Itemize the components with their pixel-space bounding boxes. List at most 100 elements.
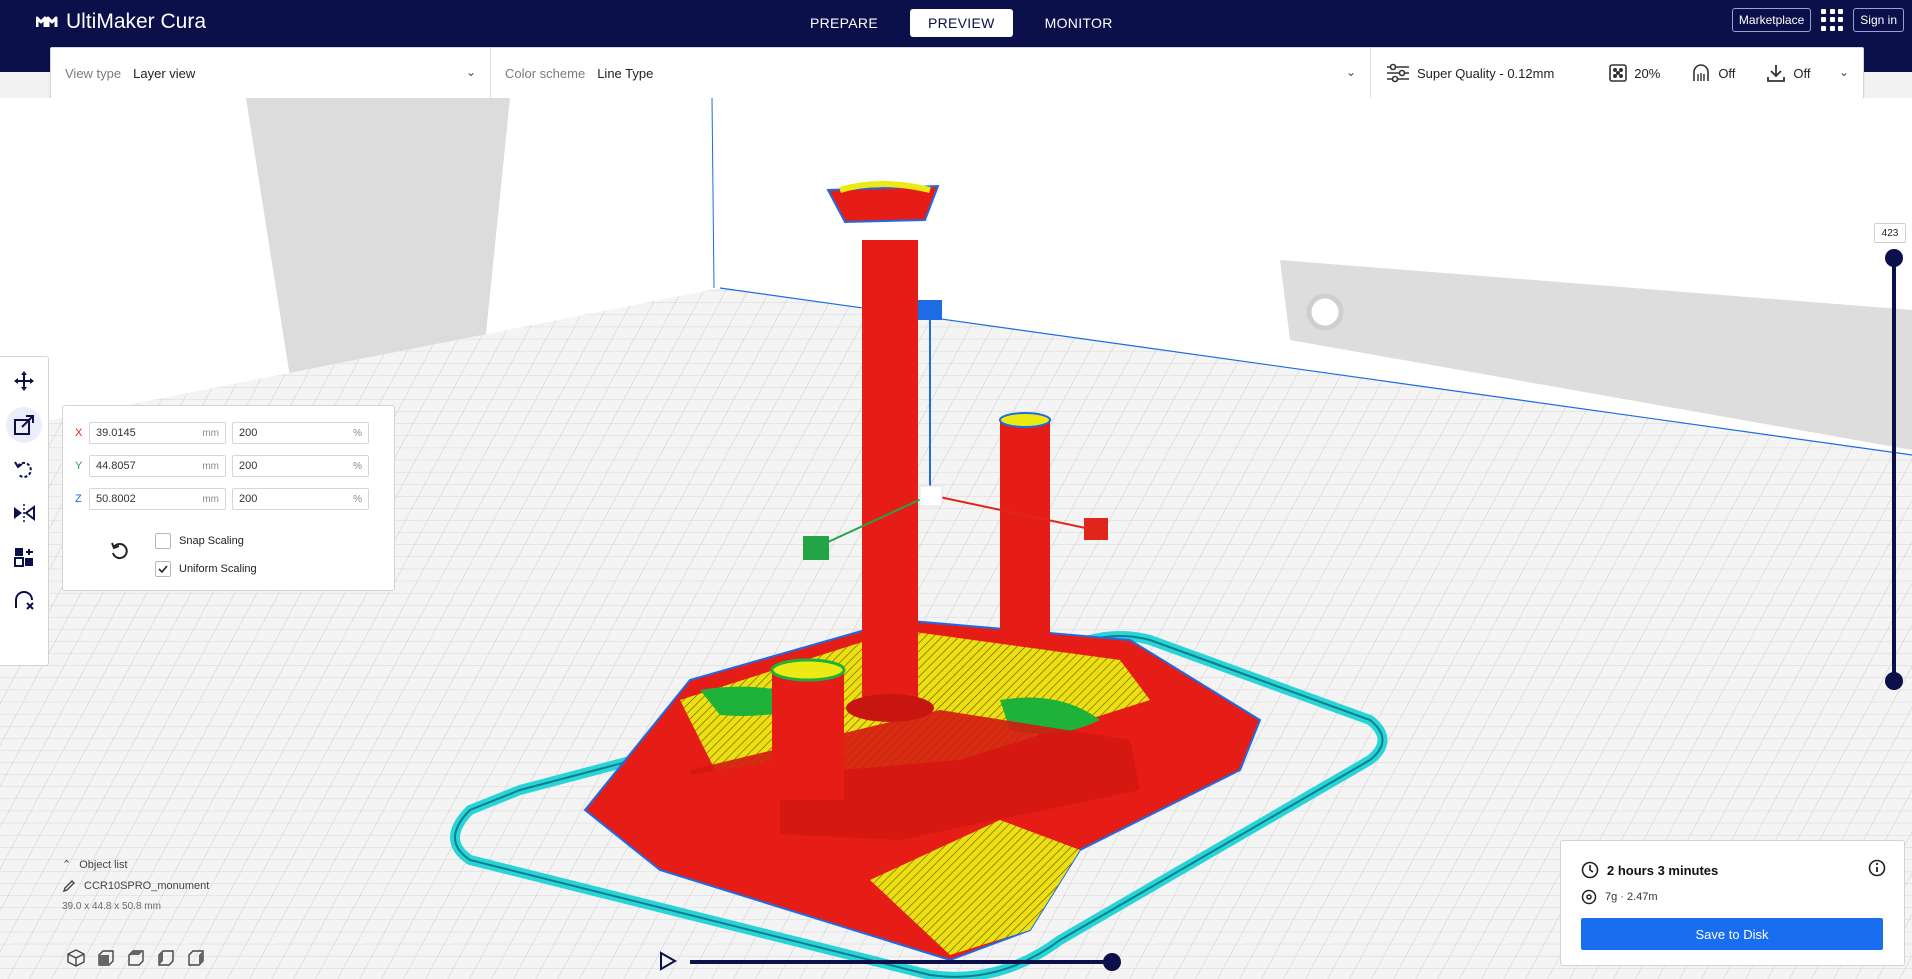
uniform-scaling-label: Uniform Scaling: [179, 563, 257, 575]
clock-icon: [1581, 861, 1599, 879]
save-to-disk-button[interactable]: Save to Disk: [1581, 918, 1883, 950]
color-scheme-value: Line Type: [597, 65, 654, 81]
x-mm-value: 39.0145: [96, 427, 136, 439]
object-list-toggle[interactable]: ⌃ Object list: [62, 858, 322, 872]
mirror-icon: [14, 504, 35, 522]
view-front-icon[interactable]: [96, 948, 116, 968]
mid-column: [1000, 420, 1050, 640]
material-row: 7g · 2.47m: [1581, 889, 1658, 905]
check-icon: [155, 561, 171, 577]
mm-unit: mm: [202, 427, 219, 439]
reset-scale-button[interactable]: [105, 536, 135, 566]
percent-unit: %: [353, 460, 362, 472]
ultimaker-logo-icon: [36, 16, 58, 27]
pencil-icon: [62, 880, 75, 893]
view-type-label: View type: [65, 65, 122, 81]
path-slider-handle[interactable]: [1103, 953, 1121, 971]
layer-number-input[interactable]: 423: [1874, 223, 1906, 243]
move-tool-button[interactable]: [6, 363, 42, 399]
layer-slider-bottom-handle[interactable]: [1885, 672, 1903, 690]
center-handle[interactable]: [919, 485, 943, 507]
scale-row-x: X 39.0145 mm 200 %: [75, 421, 369, 445]
x-percent-value: 200: [239, 427, 258, 439]
sliders-icon: [1387, 63, 1409, 83]
marketplace-button[interactable]: Marketplace: [1731, 8, 1812, 32]
z-percent-input[interactable]: 200 %: [232, 488, 369, 510]
z-axis-handle[interactable]: [918, 300, 942, 320]
brand: UltiMaker Cura: [36, 10, 206, 34]
x-mm-input[interactable]: 39.0145 mm: [89, 422, 226, 444]
chevron-down-icon: ⌄: [1345, 65, 1356, 79]
view-right-icon[interactable]: [186, 948, 206, 968]
tab-preview[interactable]: PREVIEW: [909, 9, 1013, 37]
y-axis-handle[interactable]: [803, 536, 829, 560]
tool-panel: [0, 356, 49, 666]
percent-unit: %: [353, 493, 362, 505]
y-percent-value: 200: [239, 460, 258, 472]
support-blocker-button[interactable]: [6, 583, 42, 619]
support-icon: [1693, 64, 1710, 81]
camera-view-buttons: [66, 948, 206, 968]
mm-unit: mm: [202, 493, 219, 505]
adhesion-icon: [1767, 65, 1786, 82]
material-usage: 7g · 2.47m: [1605, 891, 1658, 903]
x-axis-handle[interactable]: [1084, 518, 1108, 540]
y-mm-input[interactable]: 44.8057 mm: [89, 455, 226, 477]
support-blocker-icon: [15, 591, 34, 610]
uniform-scaling-checkbox[interactable]: Uniform Scaling: [155, 561, 257, 577]
color-scheme-dropdown[interactable]: Color scheme Line Type ⌄: [491, 48, 1371, 98]
view-type-dropdown[interactable]: View type Layer view ⌄: [51, 48, 491, 98]
tab-monitor[interactable]: MONITOR: [1027, 9, 1131, 37]
snap-scaling-checkbox[interactable]: Snap Scaling: [155, 533, 244, 549]
view-left-icon[interactable]: [156, 948, 176, 968]
per-model-settings-button[interactable]: [6, 539, 42, 575]
z-axis-label: Z: [75, 493, 82, 505]
view-3d-icon[interactable]: [66, 948, 86, 968]
scale-icon: [14, 415, 34, 435]
stage-tabs: PREPARE PREVIEW MONITOR: [792, 9, 1131, 37]
print-settings-selector[interactable]: Super Quality - 0.12mm 20% Off Off ⌄: [1371, 48, 1863, 98]
snap-scaling-label: Snap Scaling: [179, 535, 244, 547]
infill-icon: [1609, 64, 1628, 82]
object-list-panel: ⌃ Object list CCR10SPRO_monument 39.0 x …: [62, 858, 322, 958]
spool-icon: [1581, 889, 1597, 905]
z-mm-input[interactable]: 50.8002 mm: [89, 488, 226, 510]
view-top-icon[interactable]: [126, 948, 146, 968]
info-icon[interactable]: [1868, 859, 1886, 877]
sign-in-button[interactable]: Sign in: [1853, 8, 1904, 32]
y-axis-label: Y: [75, 460, 83, 472]
per-model-settings-icon: [14, 548, 33, 567]
rotate-tool-button[interactable]: [6, 451, 42, 487]
support-value: Off: [1718, 65, 1736, 81]
infill-value: 20%: [1634, 65, 1661, 81]
mirror-tool-button[interactable]: [6, 495, 42, 531]
support-item: Off: [1690, 63, 1735, 83]
profile-name: Super Quality - 0.12mm: [1417, 65, 1555, 81]
scale-panel: X 39.0145 mm 200 % Y 44.8057 mm 200 % Z …: [62, 405, 395, 591]
x-percent-input[interactable]: 200 %: [232, 422, 369, 444]
rotate-icon: [14, 461, 32, 478]
move-icon: [14, 371, 34, 391]
layer-slider-top-handle[interactable]: [1885, 249, 1903, 267]
object-name: CCR10SPRO_monument: [84, 880, 210, 892]
chevron-up-icon: ⌃: [62, 859, 72, 871]
y-percent-input[interactable]: 200 %: [232, 455, 369, 477]
z-percent-value: 200: [239, 493, 258, 505]
tab-prepare[interactable]: PREPARE: [792, 9, 896, 37]
object-dimensions: 39.0 x 44.8 x 50.8 mm: [62, 901, 161, 912]
chevron-down-icon: ⌄: [1838, 65, 1849, 79]
scale-row-y: Y 44.8057 mm 200 %: [75, 454, 369, 478]
y-mm-value: 44.8057: [96, 460, 136, 472]
infill-item: 20%: [1608, 63, 1660, 83]
scale-row-z: Z 50.8002 mm 200 %: [75, 487, 369, 511]
profile-item: Super Quality - 0.12mm: [1385, 63, 1554, 83]
settings-bar: View type Layer view ⌄ Color scheme Line…: [50, 47, 1864, 99]
print-time-row: 2 hours 3 minutes: [1581, 861, 1718, 879]
app-title: UltiMaker Cura: [66, 10, 207, 33]
apps-grid-icon[interactable]: [1821, 9, 1843, 31]
view-type-value: Layer view: [133, 65, 196, 81]
scale-tool-button[interactable]: [6, 407, 42, 443]
color-scheme-label: Color scheme: [505, 65, 586, 81]
object-name-row[interactable]: CCR10SPRO_monument: [62, 879, 322, 893]
chevron-down-icon: ⌄: [465, 65, 476, 79]
